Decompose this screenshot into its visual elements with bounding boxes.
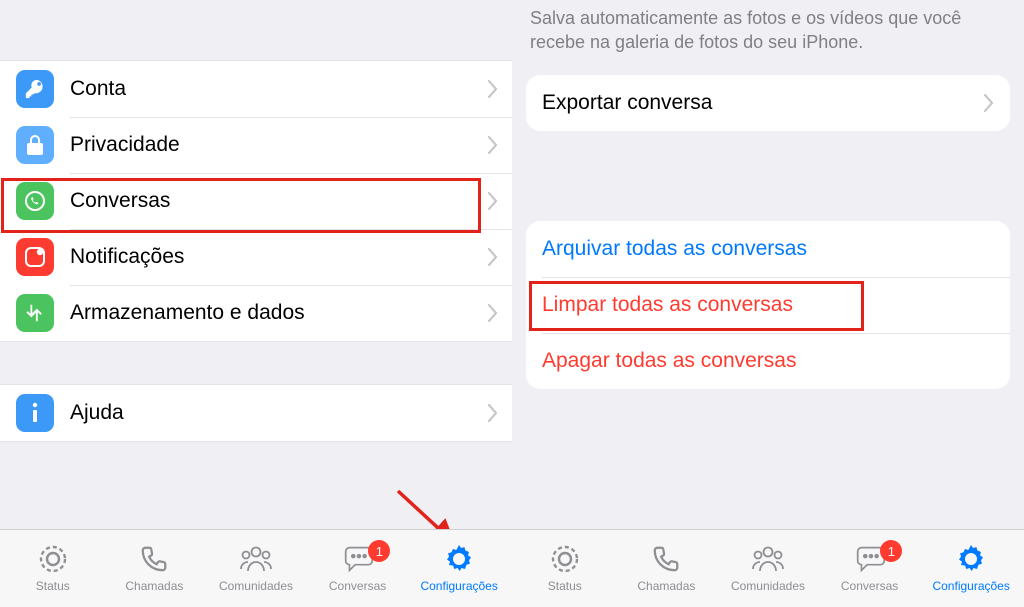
setting-description: Salva automaticamente as fotos e os víde… [512, 0, 1024, 75]
settings-row-label: Notificações [70, 245, 488, 269]
settings-row-help[interactable]: Ajuda [0, 385, 512, 441]
tab-bar: Status Chamadas Comunidades 1 Conversas [512, 529, 1024, 607]
phone-icon [136, 542, 172, 576]
settings-panel: Conta Privacidade Conversas [0, 0, 512, 607]
tab-label: Chamadas [125, 579, 183, 593]
gear-icon [441, 542, 477, 576]
communities-icon [750, 542, 786, 576]
export-chat-row[interactable]: Exportar conversa [526, 75, 1010, 131]
tab-calls[interactable]: Chamadas [616, 542, 718, 593]
info-icon [16, 394, 54, 432]
settings-row-label: Conta [70, 77, 488, 101]
export-card: Exportar conversa [526, 75, 1010, 131]
chevron-right-icon [488, 248, 498, 266]
chevron-right-icon [488, 304, 498, 322]
tab-communities[interactable]: Comunidades [205, 542, 307, 593]
settings-row-privacy[interactable]: Privacidade [0, 117, 512, 173]
tab-label: Chamadas [637, 579, 695, 593]
settings-row-chats[interactable]: Conversas [0, 173, 512, 229]
gear-icon [953, 542, 989, 576]
tab-label: Comunidades [731, 579, 805, 593]
notification-icon [16, 238, 54, 276]
tab-communities[interactable]: Comunidades [717, 542, 819, 593]
settings-row-storage[interactable]: Armazenamento e dados [0, 285, 512, 341]
tab-status[interactable]: Status [514, 542, 616, 593]
chevron-right-icon [488, 136, 498, 154]
settings-row-notifications[interactable]: Notificações [0, 229, 512, 285]
tab-label: Comunidades [219, 579, 293, 593]
chevron-right-icon [488, 192, 498, 210]
chevron-right-icon [488, 404, 498, 422]
settings-row-account[interactable]: Conta [0, 61, 512, 117]
row-label: Arquivar todas as conversas [542, 237, 994, 261]
archive-all-row[interactable]: Arquivar todas as conversas [526, 221, 1010, 277]
settings-row-label: Armazenamento e dados [70, 301, 488, 325]
status-icon [547, 542, 583, 576]
row-label: Exportar conversa [542, 91, 984, 115]
settings-row-label: Conversas [70, 189, 488, 213]
tab-bar: Status Chamadas Comunidades 1 Conversas [0, 529, 512, 607]
help-group: Ajuda [0, 384, 512, 442]
tab-label: Status [548, 579, 582, 593]
tab-chats[interactable]: 1 Conversas [819, 542, 921, 593]
phone-icon [648, 542, 684, 576]
communities-icon [238, 542, 274, 576]
chevron-right-icon [488, 80, 498, 98]
row-label: Apagar todas as conversas [542, 349, 994, 373]
chats-settings-panel: Salva automaticamente as fotos e os víde… [512, 0, 1024, 607]
whatsapp-icon [16, 182, 54, 220]
lock-icon [16, 126, 54, 164]
settings-row-label: Ajuda [70, 401, 488, 425]
tab-settings[interactable]: Configurações [920, 542, 1022, 593]
chevron-right-icon [984, 94, 994, 112]
clear-all-row[interactable]: Limpar todas as conversas [526, 277, 1010, 333]
tab-settings[interactable]: Configurações [408, 542, 510, 593]
tab-chats[interactable]: 1 Conversas [307, 542, 409, 593]
settings-list-group: Conta Privacidade Conversas [0, 60, 512, 342]
status-icon [35, 542, 71, 576]
settings-row-label: Privacidade [70, 133, 488, 157]
delete-all-row[interactable]: Apagar todas as conversas [526, 333, 1010, 389]
storage-icon [16, 294, 54, 332]
chats-badge: 1 [368, 540, 390, 562]
tab-label: Status [36, 579, 70, 593]
row-label: Limpar todas as conversas [542, 293, 994, 317]
tab-label: Configurações [420, 579, 497, 593]
chats-badge: 1 [880, 540, 902, 562]
tab-label: Configurações [932, 579, 1009, 593]
chat-actions-card: Arquivar todas as conversas Limpar todas… [526, 221, 1010, 389]
tab-label: Conversas [841, 579, 898, 593]
tab-calls[interactable]: Chamadas [104, 542, 206, 593]
tab-status[interactable]: Status [2, 542, 104, 593]
key-icon [16, 70, 54, 108]
tab-label: Conversas [329, 579, 386, 593]
